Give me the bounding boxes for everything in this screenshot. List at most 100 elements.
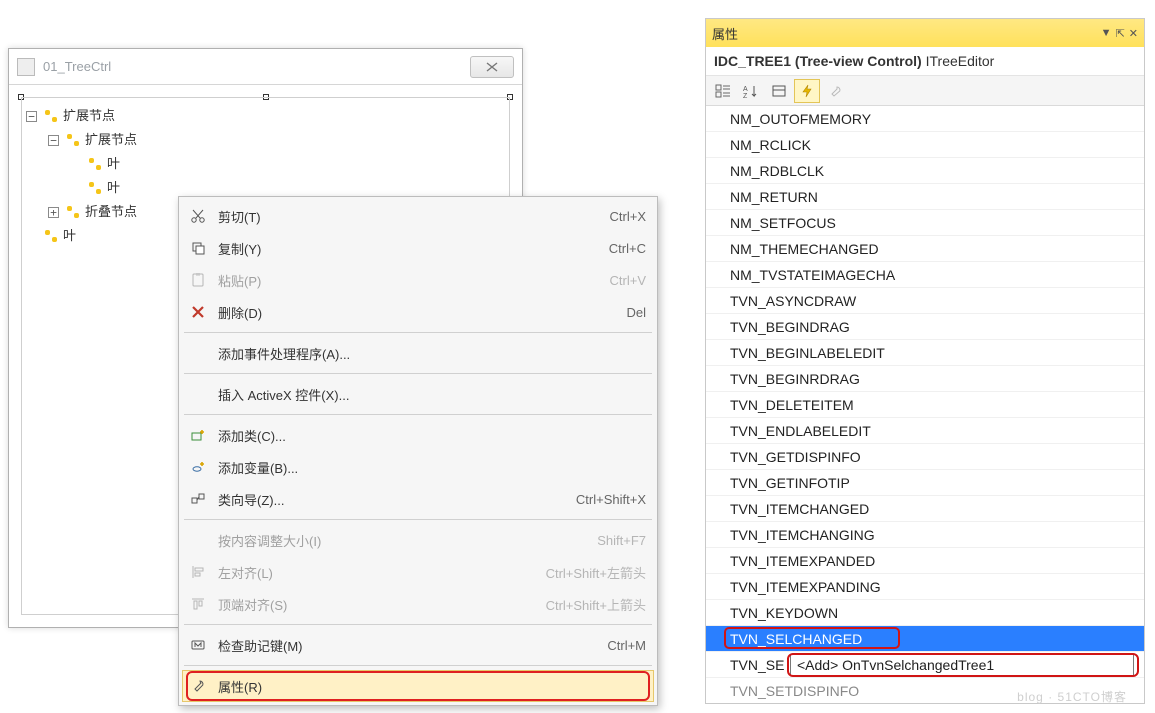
dropdown-icon[interactable]: ▼ [1101, 27, 1112, 39]
alphabetical-button[interactable]: AZ [738, 79, 764, 103]
event-row[interactable]: NM_RETURN [706, 184, 1144, 210]
menu-delete[interactable]: 删除(D) Del [182, 296, 654, 328]
event-row[interactable]: TVN_ASYNCDRAW [706, 288, 1144, 314]
event-row[interactable]: TVN_DELETEITEM [706, 392, 1144, 418]
menu-paste: 粘贴(P) Ctrl+V [182, 264, 654, 296]
menu-label: 删除(D) [218, 303, 614, 322]
menu-separator [184, 373, 652, 374]
wizard-icon [188, 489, 208, 509]
menu-cut[interactable]: 剪切(T) Ctrl+X [182, 200, 654, 232]
menu-separator [184, 665, 652, 666]
event-name: TVN_SELCHANGED [730, 631, 862, 647]
folder-icon [43, 108, 59, 124]
close-icon[interactable]: ✕ [1129, 27, 1138, 40]
event-row[interactable]: NM_SETFOCUS [706, 210, 1144, 236]
blank-icon [188, 384, 208, 404]
properties-panel: 属性 ▼ ⇱ ✕ IDC_TREE1 (Tree-view Control) I… [705, 18, 1145, 704]
menu-label: 按内容调整大小(I) [218, 531, 585, 550]
event-row[interactable]: TVN_ITEMCHANGED [706, 496, 1144, 522]
delete-icon [188, 302, 208, 322]
control-type: (Tree-view Control) [795, 53, 922, 69]
leaf-icon [87, 156, 103, 172]
menu-label: 添加类(C)... [218, 426, 646, 445]
event-row-selected[interactable]: TVN_SELCHANGED [706, 626, 1144, 652]
context-menu: 剪切(T) Ctrl+X 复制(Y) Ctrl+C 粘贴(P) Ctrl+V 删… [178, 196, 658, 706]
collapse-icon[interactable]: − [26, 111, 37, 122]
menu-shortcut: Ctrl+Shift+X [576, 492, 646, 507]
menu-check-mnemonics[interactable]: 检查助记键(M) Ctrl+M [182, 629, 654, 661]
menu-label: 检查助记键(M) [218, 636, 595, 655]
align-left-icon [188, 562, 208, 582]
control-interface: ITreeEditor [926, 53, 995, 69]
menu-label: 复制(Y) [218, 239, 597, 258]
align-top-icon [188, 594, 208, 614]
event-row[interactable]: TVN_BEGINRDRAG [706, 366, 1144, 392]
menu-shortcut: Ctrl+Shift+上箭头 [546, 595, 646, 614]
tree-node[interactable]: − 扩展节点 [26, 104, 505, 128]
pin-icon[interactable]: ⇱ [1116, 27, 1125, 40]
control-id: IDC_TREE1 [714, 53, 791, 69]
menu-label: 属性(R) [218, 677, 646, 696]
event-row[interactable]: TVN_GETINFOTIP [706, 470, 1144, 496]
event-row[interactable]: TVN_GETDISPINFO [706, 444, 1144, 470]
menu-label: 剪切(T) [218, 207, 598, 226]
menu-label: 类向导(Z)... [218, 490, 564, 509]
events-list[interactable]: NM_OUTOFMEMORY NM_RCLICK NM_RDBLCLK NM_R… [706, 106, 1144, 703]
event-row[interactable]: NM_TVSTATEIMAGECHA [706, 262, 1144, 288]
svg-text:Z: Z [743, 93, 748, 98]
menu-add-class[interactable]: 添加类(C)... [182, 419, 654, 451]
properties-button[interactable] [766, 79, 792, 103]
event-row[interactable]: TVN_KEYDOWN [706, 600, 1144, 626]
menu-class-wizard[interactable]: 类向导(Z)... Ctrl+Shift+X [182, 483, 654, 515]
event-handler-value: <Add> OnTvnSelchangedTree1 [797, 657, 994, 673]
categorized-button[interactable] [710, 79, 736, 103]
menu-shortcut: Ctrl+C [609, 241, 646, 256]
tree-node-label: 叶 [63, 224, 76, 248]
collapse-icon[interactable]: − [48, 135, 59, 146]
menu-add-variable[interactable]: 添加变量(B)... [182, 451, 654, 483]
blank-icon [188, 343, 208, 363]
wrench-icon [188, 676, 208, 696]
tree-node[interactable]: 叶 [26, 152, 505, 176]
folder-icon [65, 132, 81, 148]
expand-icon[interactable]: + [48, 207, 59, 218]
menu-separator [184, 332, 652, 333]
menu-insert-activex[interactable]: 插入 ActiveX 控件(X)... [182, 378, 654, 410]
event-row[interactable]: NM_OUTOFMEMORY [706, 106, 1144, 132]
menu-shortcut: Ctrl+Shift+左箭头 [546, 563, 646, 582]
event-row[interactable]: TVN_ENDLABELEDIT [706, 418, 1144, 444]
tree-node-label: 扩展节点 [85, 128, 137, 152]
app-icon [17, 58, 35, 76]
menu-label: 插入 ActiveX 控件(X)... [218, 385, 646, 404]
menu-shortcut: Ctrl+M [607, 638, 646, 653]
event-row[interactable]: NM_THEMECHANGED [706, 236, 1144, 262]
tree-node[interactable]: − 扩展节点 [26, 128, 505, 152]
event-value-row[interactable]: TVN_SE <Add> OnTvnSelchangedTree1 [706, 652, 1144, 678]
menu-shortcut: Shift+F7 [597, 533, 646, 548]
copy-icon [188, 238, 208, 258]
event-row[interactable]: TVN_ITEMEXPANDED [706, 548, 1144, 574]
menu-separator [184, 519, 652, 520]
menu-align-top: 顶端对齐(S) Ctrl+Shift+上箭头 [182, 588, 654, 620]
event-row[interactable]: TVN_BEGINDRAG [706, 314, 1144, 340]
event-row[interactable]: TVN_ITEMCHANGING [706, 522, 1144, 548]
event-row[interactable]: TVN_SETDISPINFO [706, 678, 1144, 703]
svg-text:A: A [743, 86, 748, 93]
menu-add-event-handler[interactable]: 添加事件处理程序(A)... [182, 337, 654, 369]
add-class-icon [188, 425, 208, 445]
event-row[interactable]: NM_RCLICK [706, 132, 1144, 158]
menu-separator [184, 414, 652, 415]
event-row[interactable]: TVN_BEGINLABELEDIT [706, 340, 1144, 366]
close-button[interactable] [470, 56, 514, 78]
event-row[interactable]: TVN_ITEMEXPANDING [706, 574, 1144, 600]
dialog-title: 01_TreeCtrl [43, 59, 111, 74]
menu-copy[interactable]: 复制(Y) Ctrl+C [182, 232, 654, 264]
events-button[interactable] [794, 79, 820, 103]
mnemonic-icon [188, 635, 208, 655]
menu-label: 左对齐(L) [218, 563, 534, 582]
messages-button [822, 79, 848, 103]
event-row[interactable]: NM_RDBLCLK [706, 158, 1144, 184]
tree-node-label: 扩展节点 [63, 104, 115, 128]
menu-properties[interactable]: 属性(R) [182, 670, 654, 702]
event-handler-dropdown[interactable]: <Add> OnTvnSelchangedTree1 [790, 654, 1134, 676]
